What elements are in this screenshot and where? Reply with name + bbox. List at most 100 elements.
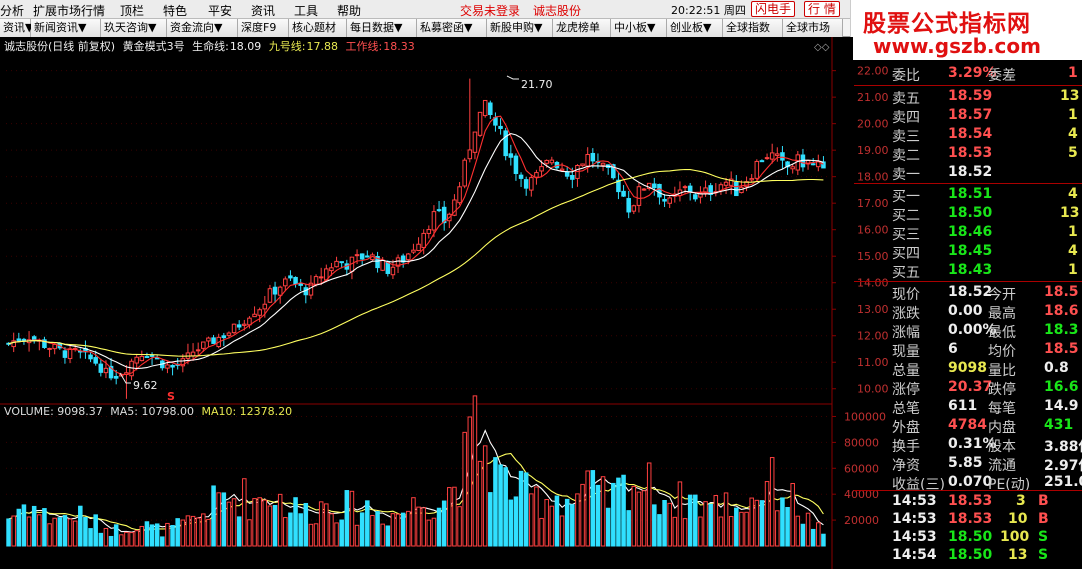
sell-row-1[interactable]: 卖一 18.52: [854, 163, 1082, 183]
tick-side: S: [1038, 547, 1049, 563]
quote-row: 总量 9098 量比 0.8: [854, 359, 1082, 379]
candle-body: [267, 288, 273, 303]
stock-title: 诚志股份(日线 前复权): [4, 40, 116, 53]
quote-label-2: 最低: [988, 325, 1016, 341]
volume-bar: [26, 516, 32, 547]
quote-label-2: 均价: [988, 344, 1016, 360]
candle-body: [662, 198, 667, 202]
quote-row: 外盘 4784 内盘 431: [854, 416, 1082, 436]
candle-body: [652, 183, 657, 189]
sell3-price: 18.54: [948, 126, 993, 142]
candle-body: [749, 178, 754, 181]
quote-label-2: 今开: [988, 287, 1016, 303]
tick-price: 18.53: [948, 493, 993, 509]
chart-background: [0, 37, 853, 569]
candle-body: [498, 125, 503, 129]
quote-panel: 委比 3.29% 委差 1 卖五 18.59 13 卖四 18.57 1 卖三 …: [854, 62, 1082, 569]
candle-body: [549, 159, 555, 164]
volume-bar: [72, 520, 78, 547]
volume-bar: [739, 511, 744, 547]
volume-bar: [636, 491, 642, 547]
sell-row-4[interactable]: 卖四 18.57 1: [854, 106, 1082, 126]
quote-label: 收益(三): [892, 477, 945, 493]
volume-bar: [406, 510, 411, 547]
buy-row-3[interactable]: 买三 18.46 1: [854, 223, 1082, 243]
quote-row: 涨停 20.37 跌停 16.6: [854, 378, 1082, 398]
volume-bar: [723, 492, 729, 547]
candle-body: [195, 349, 201, 352]
volume-bar: [467, 416, 473, 547]
sell-row-5[interactable]: 卖五 18.59 13: [854, 87, 1082, 107]
nine-line-value: 17.88: [306, 40, 339, 53]
buy5-volume: 1: [1068, 262, 1078, 278]
sell-row-3[interactable]: 卖三 18.54 4: [854, 125, 1082, 145]
volume-bar: [231, 498, 237, 547]
candle-body: [431, 211, 437, 231]
volume-bar: [303, 502, 309, 547]
weibi-row: 委比 3.29% 委差 1: [854, 64, 1082, 84]
tick-volume: 10: [1008, 511, 1028, 527]
volume-bar: [139, 525, 145, 547]
tick-side: B: [1038, 511, 1049, 527]
quote-label: 总笔: [892, 401, 920, 417]
sell-row-2[interactable]: 卖二 18.53 5: [854, 144, 1082, 164]
buy-row-4[interactable]: 买四 18.45 4: [854, 242, 1082, 262]
tick-volume: 13: [1008, 547, 1028, 563]
sell5-volume: 13: [1060, 88, 1080, 104]
app-window: { "menu": { "items": ["分析","扩展市场行情","顶栏"…: [0, 0, 1082, 569]
indicator-template[interactable]: 黄金模式3号: [123, 40, 185, 53]
volume-bar: [559, 515, 565, 547]
volume-bar: [206, 518, 211, 547]
candle-body: [293, 276, 298, 285]
quote-value-2: 2.97亿: [1044, 458, 1082, 474]
volume-bar: [769, 457, 775, 547]
quote-value-2: 0.8: [1044, 360, 1069, 376]
candle-body: [365, 255, 370, 258]
volume-bar: [477, 460, 483, 547]
candle-body: [170, 364, 175, 368]
weibi-label: 委比: [892, 68, 920, 84]
chart-window-controls[interactable]: ◇◇: [814, 42, 830, 53]
candle-body: [513, 155, 519, 174]
volume-bar: [616, 477, 621, 547]
candle-body: [144, 356, 150, 359]
volume-bar: [790, 483, 795, 547]
volume-bar: [426, 519, 432, 547]
volume-bar: [718, 516, 724, 547]
volume-bar: [88, 528, 93, 547]
volume-bar: [354, 524, 360, 547]
volume-bar: [590, 470, 596, 547]
candle-body: [769, 152, 775, 160]
volume-bar: [672, 516, 678, 547]
candle-body: [190, 351, 196, 357]
volume-bar: [195, 517, 201, 547]
volume-bar: [734, 507, 739, 547]
volume-bar: [713, 495, 719, 547]
quote-label: 涨停: [892, 382, 920, 398]
volume-bar: [67, 518, 73, 547]
buy-row-1[interactable]: 买一 18.51 4: [854, 185, 1082, 205]
candle-body: [436, 209, 442, 212]
tick-row[interactable]: 14:53 18.53 10 B: [854, 510, 1082, 529]
buy1-label: 买一: [892, 189, 920, 205]
candle-body: [354, 254, 360, 257]
candle-body: [790, 166, 795, 170]
volume-bar: [108, 535, 114, 547]
candle-body: [626, 198, 631, 213]
volume-bar: [277, 493, 283, 547]
candle-body: [821, 161, 826, 169]
buy-row-2[interactable]: 买二 18.50 13: [854, 204, 1082, 224]
candle-body: [52, 343, 57, 350]
quote-label: 总量: [892, 363, 920, 379]
candle-body: [313, 276, 319, 285]
candle-body: [534, 172, 539, 178]
tick-row[interactable]: 14:54 18.50 13 S: [854, 546, 1082, 565]
candle-body: [231, 323, 237, 334]
tick-row[interactable]: 14:53 18.50 100 S: [854, 528, 1082, 547]
candle-body: [31, 336, 37, 341]
buy-row-5[interactable]: 买五 18.43 1: [854, 261, 1082, 281]
quote-label: 净资: [892, 458, 920, 474]
volume-bar: [549, 505, 555, 547]
tick-row[interactable]: 14:53 18.53 3 B: [854, 492, 1082, 511]
volume-bar: [298, 513, 303, 547]
